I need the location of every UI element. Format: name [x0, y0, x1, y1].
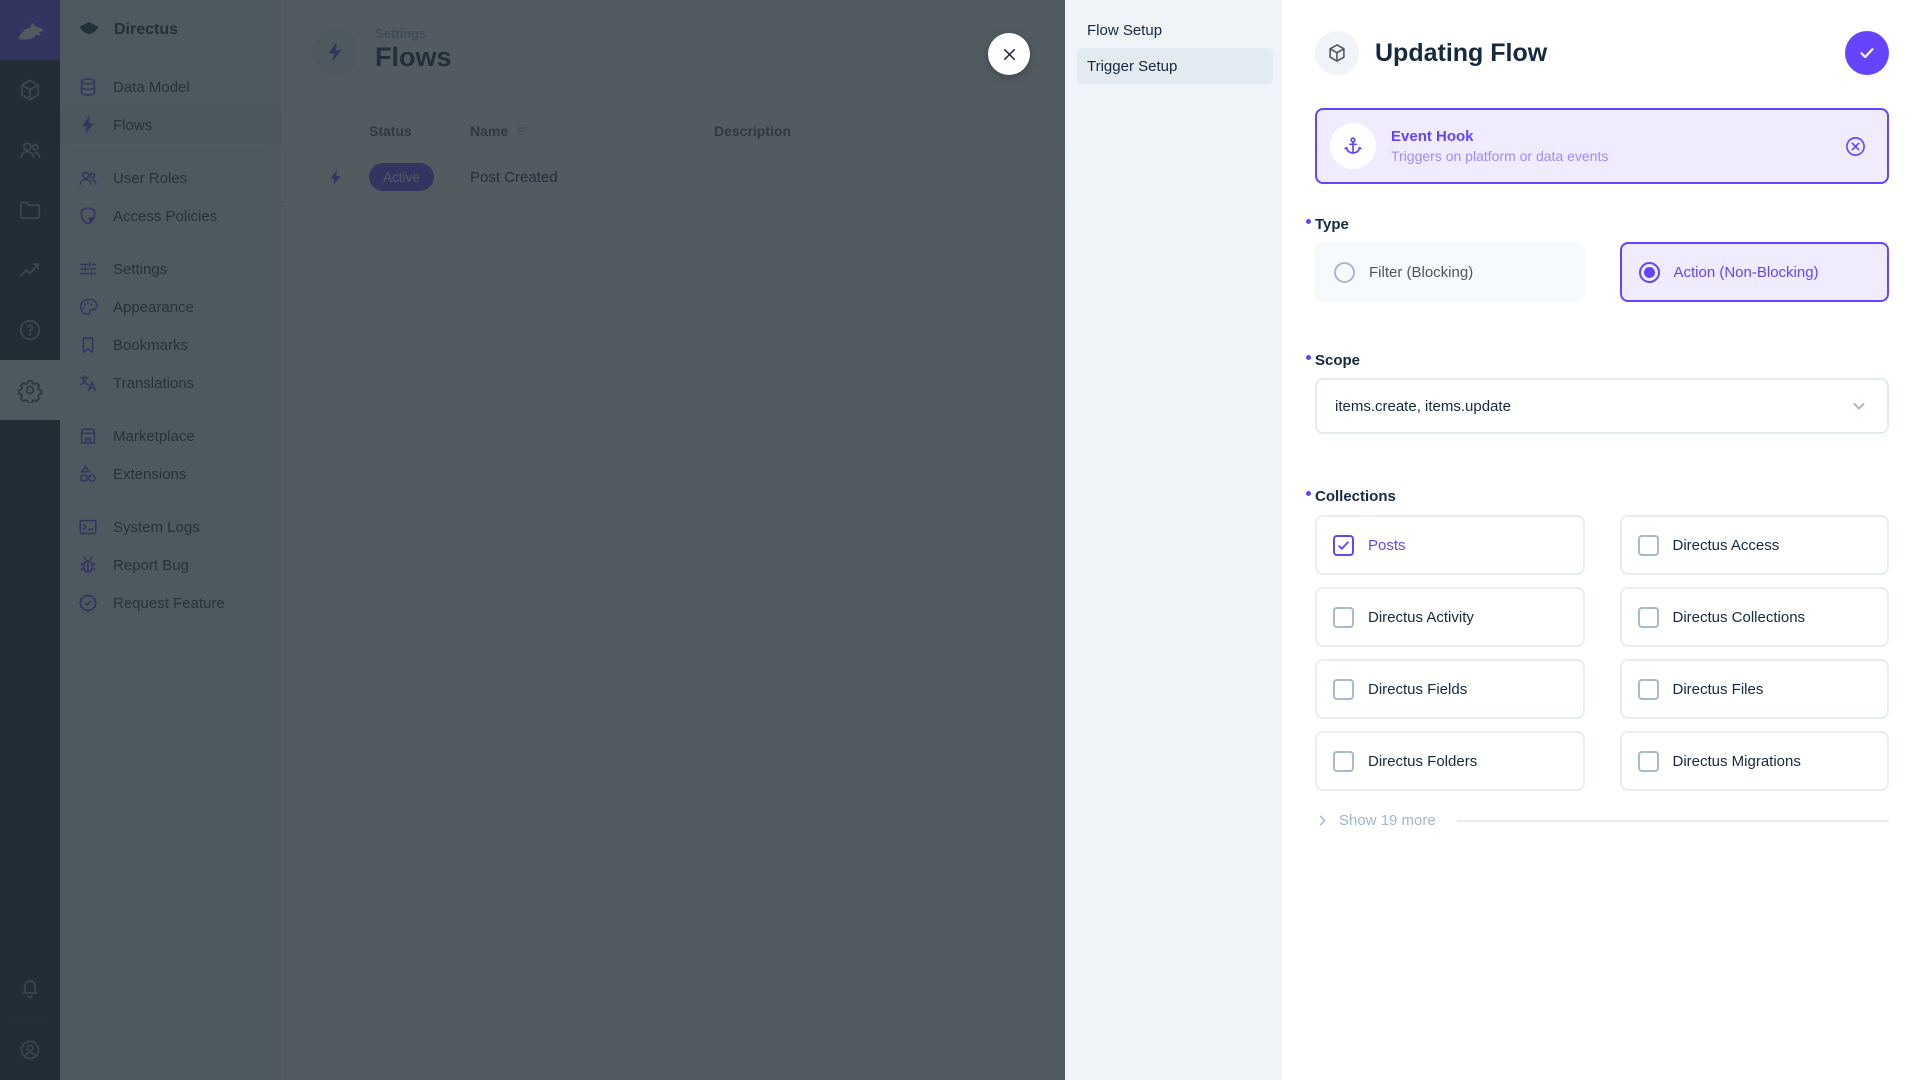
drawer-nav-trigger-setup[interactable]: Trigger Setup — [1077, 48, 1273, 84]
cube-icon — [1326, 42, 1348, 64]
drawer-header: Updating Flow — [1315, 31, 1889, 75]
scope-field: Scope items.create, items.update — [1315, 352, 1889, 434]
show-more-label: Show 19 more — [1339, 812, 1436, 829]
scope-label-row: Scope — [1315, 352, 1889, 369]
radio-filter-blocking[interactable]: Filter (Blocking) — [1315, 242, 1585, 302]
directus-app: Directus Data Model Flows User Roles — [0, 0, 1920, 1080]
checkbox-icon — [1638, 751, 1659, 772]
drawer-title-circle — [1315, 31, 1359, 75]
save-button[interactable] — [1845, 31, 1889, 75]
checkbox-icon — [1333, 607, 1354, 628]
checkbox-label: Directus Migrations — [1673, 753, 1801, 770]
checkbox-directus-collections[interactable]: Directus Collections — [1620, 587, 1890, 647]
collections-label: Collections — [1315, 488, 1396, 505]
event-hook-card[interactable]: Event Hook Triggers on platform or data … — [1315, 108, 1889, 184]
checkbox-icon — [1638, 679, 1659, 700]
checkbox-label: Directus Activity — [1368, 609, 1474, 626]
event-hook-subtitle: Triggers on platform or data events — [1391, 148, 1608, 164]
checkbox-icon — [1638, 535, 1659, 556]
radio-label: Filter (Blocking) — [1369, 264, 1473, 281]
checkbox-directus-migrations[interactable]: Directus Migrations — [1620, 731, 1890, 791]
scope-select[interactable]: items.create, items.update — [1315, 378, 1889, 434]
drawer-nav-flow-setup[interactable]: Flow Setup — [1077, 12, 1273, 48]
radio-label: Action (Non-Blocking) — [1674, 264, 1819, 281]
checkbox-icon — [1333, 751, 1354, 772]
radio-action-non-blocking[interactable]: Action (Non-Blocking) — [1620, 242, 1890, 302]
checkbox-checked-icon — [1333, 535, 1354, 556]
type-options: Filter (Blocking) Action (Non-Blocking) — [1315, 242, 1889, 302]
checkbox-label: Directus Fields — [1368, 681, 1467, 698]
circled-x-icon — [1844, 135, 1867, 158]
checkbox-label: Directus Files — [1673, 681, 1764, 698]
type-label-row: Type — [1315, 216, 1889, 233]
checkbox-label: Directus Collections — [1673, 609, 1806, 626]
show-more-button[interactable]: Show 19 more — [1315, 812, 1889, 829]
scope-value: items.create, items.update — [1335, 398, 1511, 415]
checkbox-label: Directus Folders — [1368, 753, 1477, 770]
event-hook-text: Event Hook Triggers on platform or data … — [1391, 128, 1608, 164]
flow-drawer: Flow Setup Trigger Setup Updating Flow — [1065, 0, 1920, 1080]
checkbox-directus-files[interactable]: Directus Files — [1620, 659, 1890, 719]
required-dot — [1306, 355, 1311, 360]
radio-icon — [1334, 262, 1355, 283]
checkbox-directus-fields[interactable]: Directus Fields — [1315, 659, 1585, 719]
anchor-circle — [1330, 123, 1376, 169]
show-more-divider — [1457, 820, 1889, 822]
checkbox-label: Posts — [1368, 537, 1406, 554]
drawer-nav: Flow Setup Trigger Setup — [1065, 0, 1282, 1080]
drawer-main: Updating Flow Event Hook Triggers on pla… — [1282, 0, 1920, 1080]
chevron-down-icon — [1849, 396, 1869, 416]
checkbox-directus-access[interactable]: Directus Access — [1620, 515, 1890, 575]
drawer-overlay[interactable] — [0, 0, 1065, 1080]
close-icon — [1000, 45, 1019, 64]
checkbox-icon — [1333, 679, 1354, 700]
checkbox-icon — [1638, 607, 1659, 628]
scope-label: Scope — [1315, 352, 1360, 369]
check-icon — [1857, 43, 1877, 63]
required-dot — [1306, 219, 1311, 224]
radio-checked-icon — [1639, 262, 1660, 283]
checkbox-directus-folders[interactable]: Directus Folders — [1315, 731, 1585, 791]
collections-field: Collections Posts Directus Access — [1315, 488, 1889, 829]
collections-grid: Posts Directus Access Directus Activity … — [1315, 515, 1889, 791]
checkbox-directus-activity[interactable]: Directus Activity — [1315, 587, 1585, 647]
chevron-right-icon — [1315, 813, 1330, 828]
drawer-title: Updating Flow — [1375, 39, 1547, 68]
anchor-icon — [1342, 135, 1364, 157]
deselect-trigger-button[interactable] — [1844, 135, 1867, 158]
drawer-close-button[interactable] — [988, 33, 1030, 75]
checkbox-posts[interactable]: Posts — [1315, 515, 1585, 575]
type-label: Type — [1315, 216, 1349, 233]
event-hook-title: Event Hook — [1391, 128, 1608, 145]
type-field: Type Filter (Blocking) Action (Non-Block… — [1315, 216, 1889, 302]
checkbox-label: Directus Access — [1673, 537, 1780, 554]
required-dot — [1306, 491, 1311, 496]
collections-label-row: Collections — [1315, 488, 1889, 505]
